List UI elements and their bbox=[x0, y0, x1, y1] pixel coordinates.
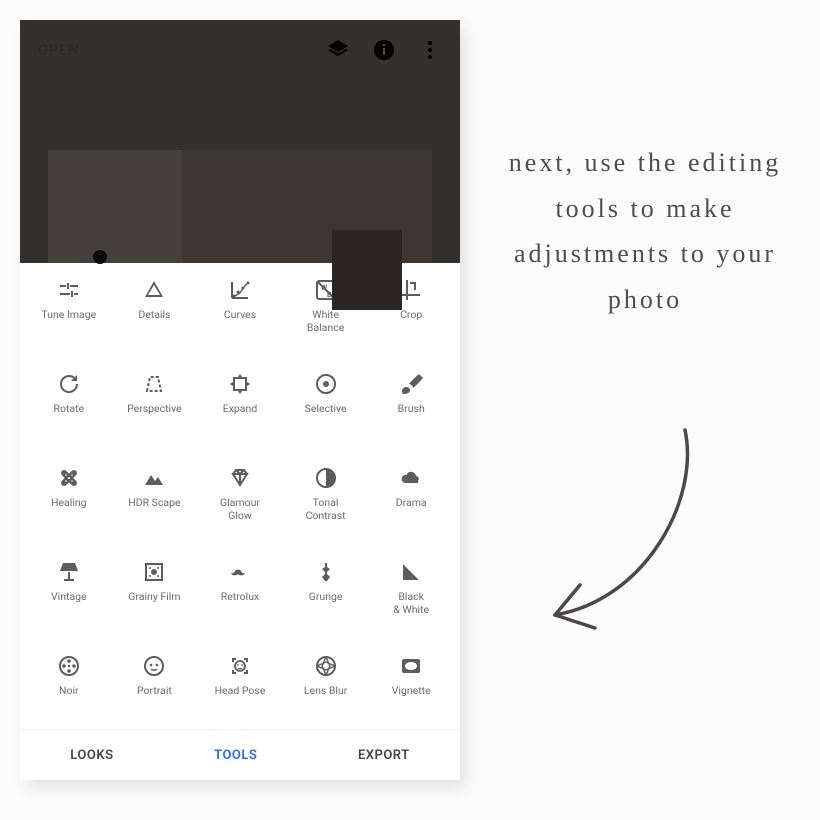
details-icon bbox=[141, 277, 167, 303]
tab-export[interactable]: EXPORT bbox=[358, 748, 410, 763]
mustache-icon bbox=[227, 559, 253, 585]
lamp-icon bbox=[56, 559, 82, 585]
tab-tools[interactable]: TOOLS bbox=[214, 748, 257, 763]
tool-curves[interactable]: Curves bbox=[197, 277, 283, 353]
tool-head-pose[interactable]: Head Pose bbox=[197, 653, 283, 729]
tool-rotate[interactable]: Rotate bbox=[26, 371, 112, 447]
tool-label: Vintage bbox=[51, 591, 87, 603]
tool-label: Details bbox=[138, 309, 170, 321]
sliders-icon bbox=[56, 277, 82, 303]
tool-label: Grainy Film bbox=[128, 591, 180, 603]
tool-label: Brush bbox=[398, 403, 425, 415]
tool-label: Healing bbox=[51, 497, 87, 509]
tool-label: Tonal Contrast bbox=[306, 497, 346, 521]
tool-label: Perspective bbox=[127, 403, 182, 415]
film-icon bbox=[141, 559, 167, 585]
tool-label: Curves bbox=[224, 309, 256, 321]
curves-icon bbox=[227, 277, 253, 303]
rotate-icon bbox=[56, 371, 82, 397]
tool-label: Glamour Glow bbox=[220, 497, 260, 521]
photo-preview-area: OPEN bbox=[20, 20, 460, 263]
tool-vintage[interactable]: Vintage bbox=[26, 559, 112, 635]
tab-looks[interactable]: LOOKS bbox=[70, 748, 113, 763]
tool-label: Grunge bbox=[309, 591, 343, 603]
diamond-icon bbox=[227, 465, 253, 491]
aperture-icon bbox=[313, 653, 339, 679]
selective-icon bbox=[313, 371, 339, 397]
vignette-icon bbox=[398, 653, 424, 679]
brush-icon bbox=[398, 371, 424, 397]
tool-glamour-glow[interactable]: Glamour Glow bbox=[197, 465, 283, 541]
contrast-icon bbox=[313, 465, 339, 491]
tool-label: Head Pose bbox=[215, 685, 266, 697]
guitar-icon bbox=[313, 559, 339, 585]
tool-retrolux[interactable]: Retrolux bbox=[197, 559, 283, 635]
tool-label: Expand bbox=[223, 403, 258, 415]
arrow-icon bbox=[525, 420, 725, 650]
landscape-icon bbox=[141, 465, 167, 491]
film-reel-icon bbox=[56, 653, 82, 679]
tool-details[interactable]: Details bbox=[112, 277, 198, 353]
more-icon[interactable] bbox=[418, 38, 442, 62]
tool-label: HDR Scape bbox=[128, 497, 180, 509]
cloud-icon bbox=[398, 465, 424, 491]
tool-label: Tune Image bbox=[41, 309, 96, 321]
tool-portrait[interactable]: Portrait bbox=[112, 653, 198, 729]
tool-tonal-contrast[interactable]: Tonal Contrast bbox=[283, 465, 369, 541]
tool-grunge[interactable]: Grunge bbox=[283, 559, 369, 635]
tool-label: Vignette bbox=[392, 685, 431, 697]
tool-label: Drama bbox=[396, 497, 427, 509]
tool-hdr-scape[interactable]: HDR Scape bbox=[112, 465, 198, 541]
app-toolbar: OPEN bbox=[20, 20, 460, 80]
tool-tune-image[interactable]: Tune Image bbox=[26, 277, 112, 353]
tool-selective[interactable]: Selective bbox=[283, 371, 369, 447]
tool-label: Portrait bbox=[137, 685, 172, 697]
tool-lens-blur[interactable]: Lens Blur bbox=[283, 653, 369, 729]
tool-vignette[interactable]: Vignette bbox=[368, 653, 454, 729]
svg-text:B: B bbox=[327, 291, 332, 299]
tool-grainy-film[interactable]: Grainy Film bbox=[112, 559, 198, 635]
tool-label: Retrolux bbox=[221, 591, 259, 603]
head-pose-icon bbox=[227, 653, 253, 679]
tool-drama[interactable]: Drama bbox=[368, 465, 454, 541]
healing-icon bbox=[56, 465, 82, 491]
tool-label: Lens Blur bbox=[304, 685, 348, 697]
tool-label: Noir bbox=[59, 685, 79, 697]
tools-panel: Tune Image Details Curves WB White Balan… bbox=[20, 263, 460, 729]
face-icon bbox=[141, 653, 167, 679]
tool-label: Rotate bbox=[53, 403, 84, 415]
annotation-caption: next, use the editing tools to make adju… bbox=[500, 140, 790, 322]
expand-icon bbox=[227, 371, 253, 397]
black-white-icon bbox=[398, 559, 424, 585]
tool-label: Black & White bbox=[393, 591, 429, 615]
tool-label: White Balance bbox=[307, 309, 344, 333]
open-button[interactable]: OPEN bbox=[38, 41, 79, 59]
info-icon[interactable] bbox=[372, 38, 396, 62]
tool-noir[interactable]: Noir bbox=[26, 653, 112, 729]
photo-thumbnail bbox=[48, 150, 432, 263]
tool-expand[interactable]: Expand bbox=[197, 371, 283, 447]
tool-label: Crop bbox=[400, 309, 422, 321]
app-screenshot: OPEN Tune Image bbox=[20, 20, 460, 780]
tool-healing[interactable]: Healing bbox=[26, 465, 112, 541]
tool-brush[interactable]: Brush bbox=[368, 371, 454, 447]
perspective-icon bbox=[141, 371, 167, 397]
tool-label: Selective bbox=[305, 403, 347, 415]
bottom-tabs: LOOKS TOOLS EXPORT bbox=[20, 729, 460, 780]
tool-black-white[interactable]: Black & White bbox=[368, 559, 454, 635]
crop-icon bbox=[398, 277, 424, 303]
tool-perspective[interactable]: Perspective bbox=[112, 371, 198, 447]
layers-icon[interactable] bbox=[326, 38, 350, 62]
